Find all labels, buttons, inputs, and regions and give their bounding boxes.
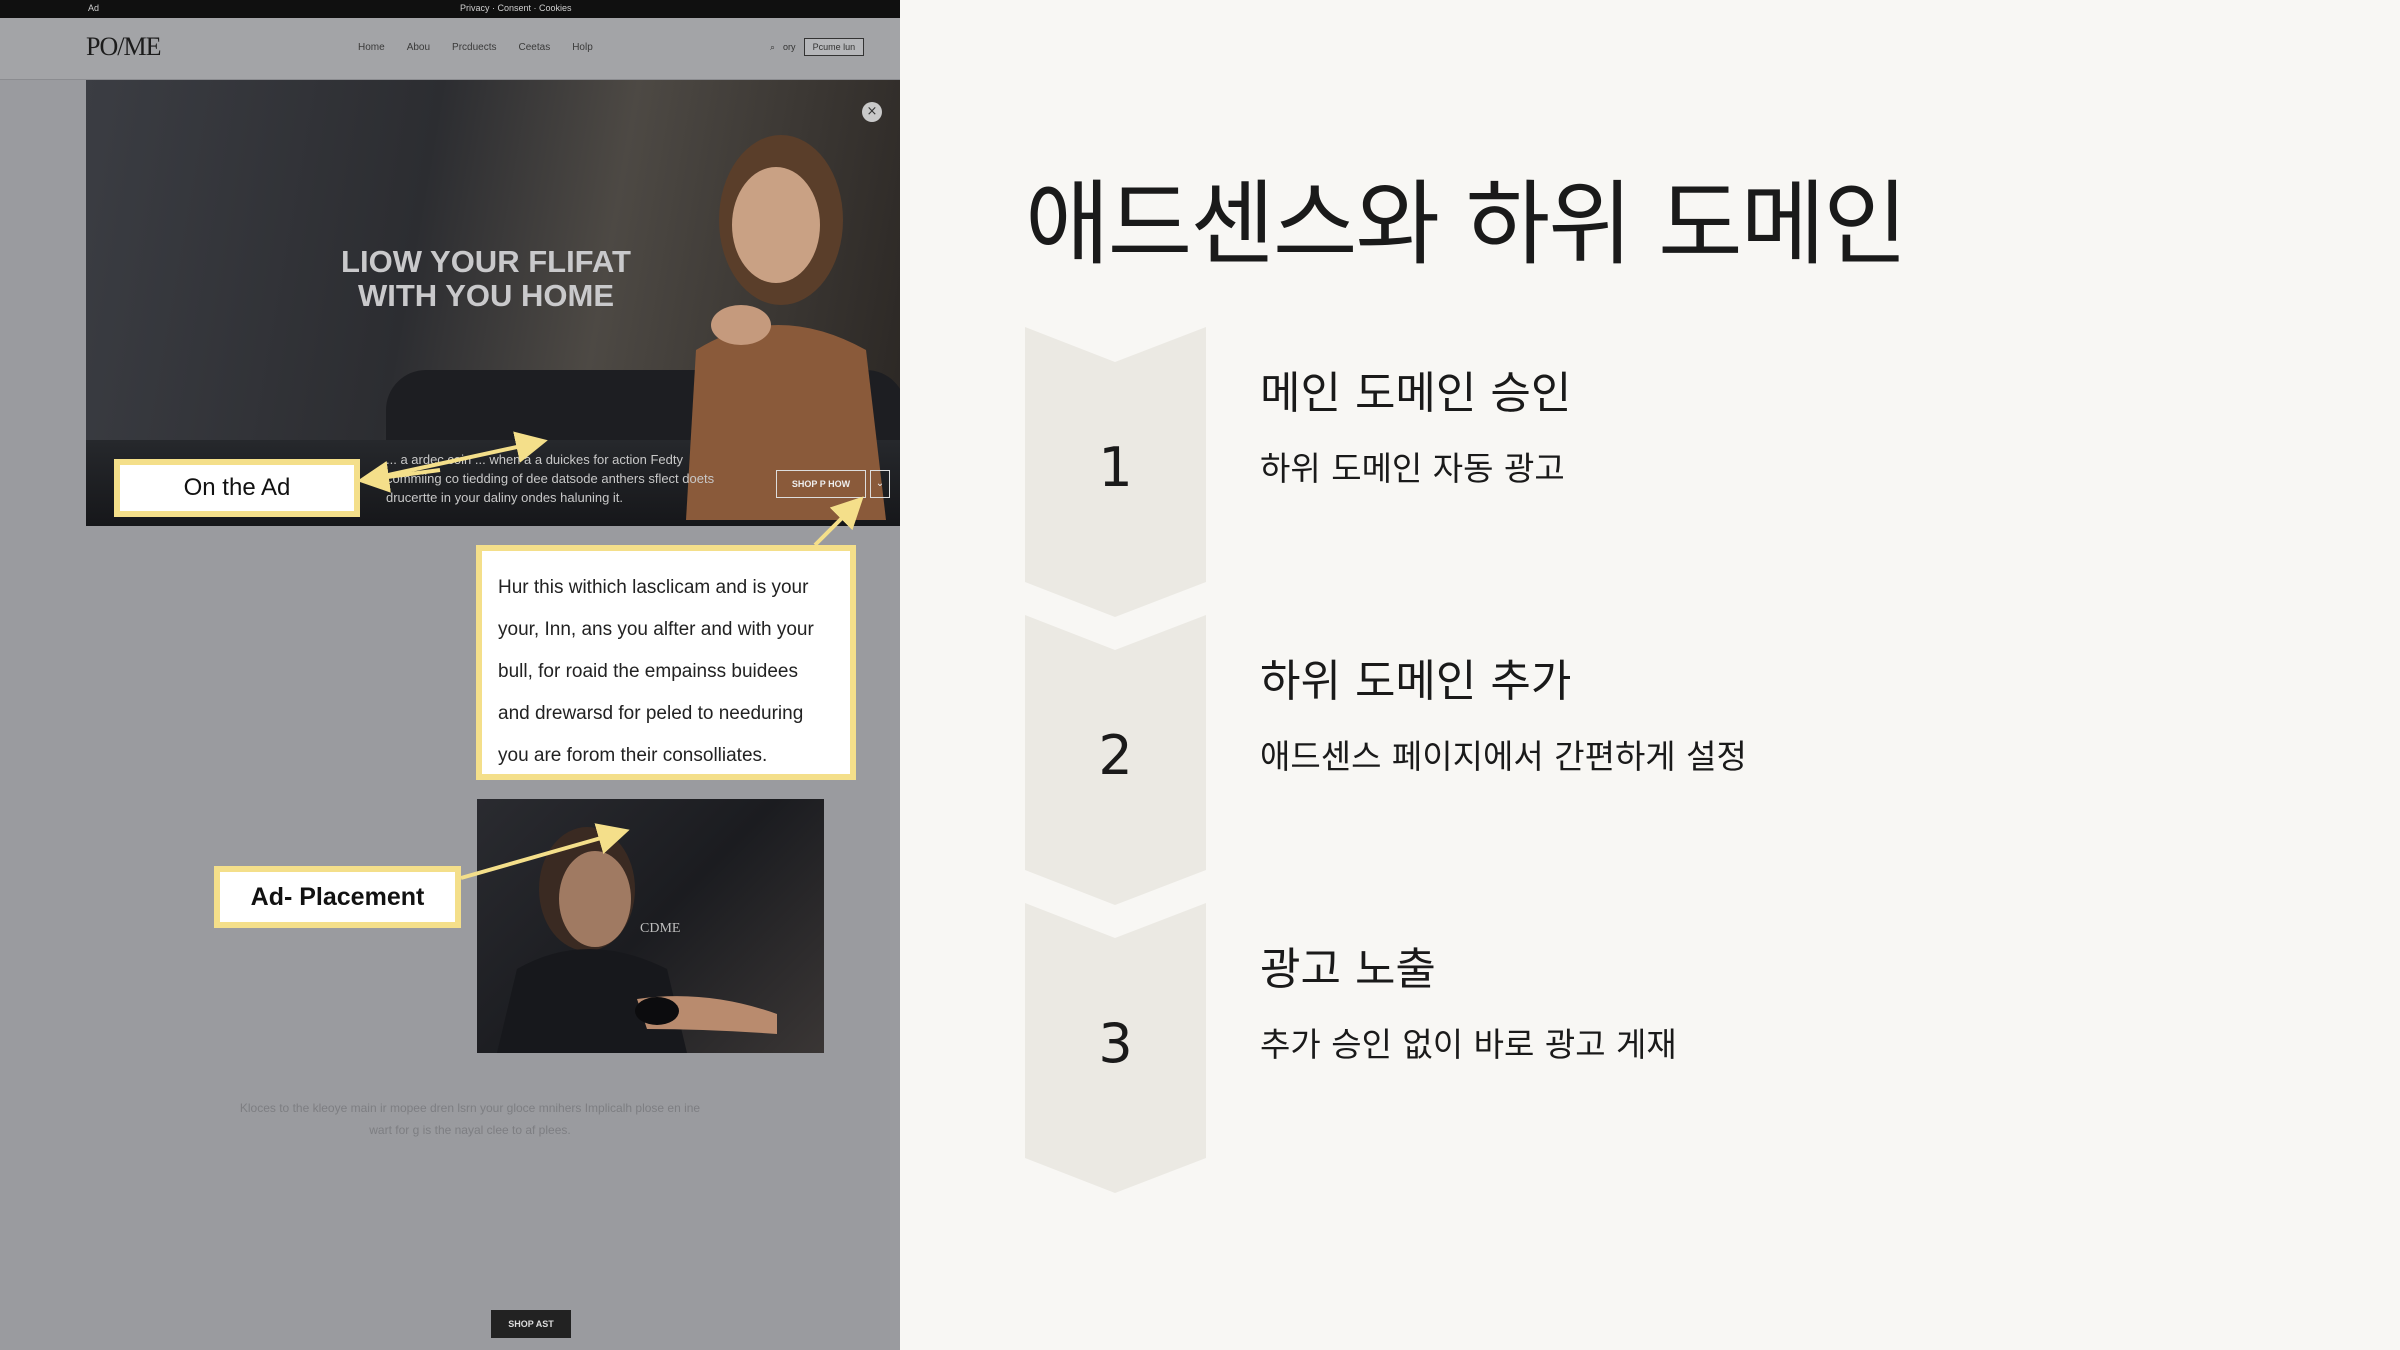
- chevron-down-icon[interactable]: ⌄: [870, 470, 890, 498]
- hero-headline-line2: WITH YOU HOME: [357, 278, 615, 313]
- nav-link-home[interactable]: Home: [358, 42, 385, 53]
- callout-description: Hur this withich lasclicam and is your y…: [476, 545, 856, 780]
- callout-line: bull, for roaid the empainss buidees: [498, 661, 798, 682]
- topbar-center-text: Privacy · Consent · Cookies: [460, 3, 572, 13]
- nav-link-contact[interactable]: Ceetas: [519, 42, 551, 53]
- step-2-body: 애드센스 페이지에서 간편하게 설정: [1260, 737, 1747, 776]
- callout-line: you are forom their consolliates.: [498, 745, 768, 766]
- callout-ad-placement: Ad- Placement: [214, 866, 461, 928]
- step-1-body: 하위 도메인 자동 광고: [1260, 449, 1565, 488]
- callout-line: your, Inn, ans you alfter and with your: [498, 619, 814, 640]
- hero-headline-line1: LIOW YOUR FLIFAT: [341, 244, 631, 279]
- nav-right-text[interactable]: ory: [783, 42, 796, 52]
- search-icon[interactable]: ⌕: [770, 42, 775, 53]
- step-3-body: 추가 승인 없이 바로 광고 게재: [1260, 1025, 1677, 1064]
- nav-cta-button[interactable]: Pcume lun: [803, 38, 865, 56]
- site-navbar: PO/ME Home Abou Prcduects Ceetas Holp ⌕ …: [0, 18, 900, 80]
- product-ad-image[interactable]: CDME: [477, 799, 824, 1053]
- hero-shop-button[interactable]: SHOP P HOW: [776, 470, 866, 498]
- hero-desc-line1: ... a ardec coin ... when a a duickes fo…: [386, 452, 683, 467]
- callout-line: Hur this withich lasclicam and is your: [498, 577, 809, 598]
- step-2-heading: 하위 도메인 추가: [1260, 656, 1572, 707]
- step-1-number: 1: [1098, 436, 1133, 499]
- website-screenshot: Ad Privacy · Consent · Cookies PO/ME Hom…: [0, 0, 900, 1350]
- browser-top-bar: Ad Privacy · Consent · Cookies: [0, 0, 900, 18]
- footer-line1: Kloces to the kleoye main ir mopee dren …: [239, 1101, 701, 1115]
- step-3-number: 3: [1098, 1012, 1133, 1075]
- step-3-heading: 광고 노출: [1260, 944, 1436, 995]
- step-1-heading: 메인 도메인 승인: [1260, 368, 1572, 419]
- hero-headline: LIOW YOUR FLIFAT WITH YOU HOME: [286, 245, 686, 313]
- nav-links: Home Abou Prcduects Ceetas Holp: [358, 42, 593, 53]
- footer-shop-button[interactable]: SHOP AST: [491, 1310, 571, 1338]
- callout-line: and drewarsd for peled to needuring: [498, 703, 804, 724]
- nav-right-controls: ⌕ ory Pcume lun: [770, 38, 865, 56]
- step-2-number: 2: [1098, 724, 1133, 787]
- topbar-left-text: Ad: [88, 3, 100, 13]
- callout-on-the-ad: On the Ad: [114, 459, 360, 517]
- nav-link-about[interactable]: Abou: [407, 42, 430, 53]
- product-label: CDME: [640, 921, 681, 936]
- footer-text: Kloces to the kleoye main ir mopee dren …: [200, 1097, 740, 1141]
- slide-title: 애드센스와 하위 도메인: [1025, 171, 1908, 278]
- footer-line2: wart for g is the nayal clee to af plees…: [369, 1123, 571, 1137]
- nav-link-help[interactable]: Holp: [572, 42, 593, 53]
- nav-link-products[interactable]: Prcduects: [452, 42, 496, 53]
- site-logo[interactable]: PO/ME: [86, 32, 161, 62]
- close-icon[interactable]: ×: [862, 102, 882, 122]
